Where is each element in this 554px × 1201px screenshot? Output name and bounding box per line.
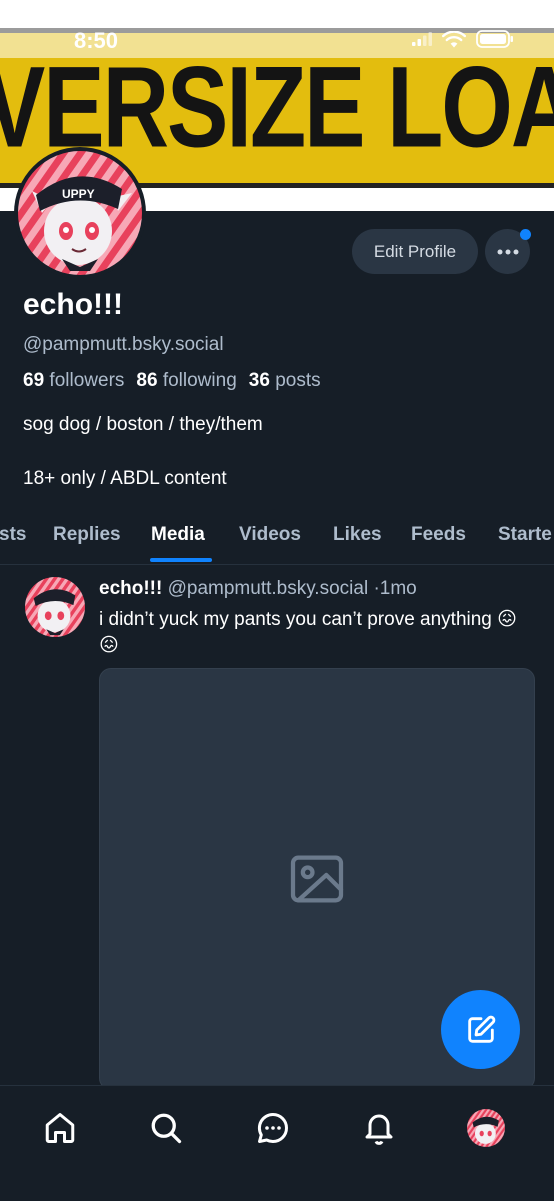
search-icon: [151, 1113, 182, 1144]
post-text: i didn’t yuck my pants you can’t prove a…: [99, 609, 517, 656]
battery-icon: [476, 30, 513, 48]
tab-media[interactable]: Media: [151, 524, 205, 546]
home-icon: [45, 1113, 75, 1143]
ellipsis-icon: [497, 249, 518, 254]
tab-feeds[interactable]: Feeds: [411, 524, 466, 546]
active-tab-indicator: [150, 558, 212, 562]
compose-post-button[interactable]: [441, 990, 520, 1069]
followers-label: followers: [49, 370, 125, 391]
status-time: 8:50: [74, 28, 119, 53]
tab-replies[interactable]: Replies: [53, 524, 121, 546]
bio-line: 18+ only / ABDL content: [23, 468, 227, 489]
notification-dot: [520, 229, 531, 240]
chat-icon: [257, 1112, 288, 1144]
wifi-icon: [442, 30, 466, 47]
tab-videos[interactable]: Videos: [239, 524, 301, 546]
tab-likes[interactable]: Likes: [333, 524, 382, 546]
post-author-handle[interactable]: @pampmutt.bsky.social: [168, 578, 369, 599]
bottom-navigation: [0, 1085, 554, 1201]
posts-stat: 36 posts: [249, 370, 321, 392]
post-timestamp[interactable]: 1mo: [380, 578, 417, 599]
posts-count: 36: [248, 370, 270, 391]
profile-handle: @pampmutt.bsky.social: [23, 334, 224, 355]
nav-profile[interactable]: [464, 1106, 508, 1150]
tab-starter-packs[interactable]: Starte: [498, 524, 552, 546]
followers-count: 69: [23, 370, 45, 391]
profile-stats: 69 followers 86 following 36 posts: [23, 370, 321, 392]
following-count: 86: [136, 370, 158, 391]
display-name: echo!!!: [23, 288, 123, 321]
compose-icon: [467, 1015, 495, 1043]
more-options-button[interactable]: [485, 229, 531, 274]
status-icons: [412, 30, 514, 48]
following-stat[interactable]: 86 following: [136, 370, 236, 392]
image-icon: [290, 855, 344, 903]
nav-search[interactable]: [144, 1106, 188, 1150]
post-author-name[interactable]: echo!!!: [99, 578, 162, 599]
post-author-avatar[interactable]: [25, 577, 85, 637]
bell-icon: [365, 1114, 393, 1145]
cellular-signal-icon: [412, 32, 432, 46]
nav-chat[interactable]: [251, 1106, 295, 1150]
following-label: following: [162, 370, 237, 391]
edit-profile-button[interactable]: Edit Profile: [352, 229, 478, 274]
avatar-cap-text: UPPY: [62, 187, 95, 201]
post-header: echo!!! @pampmutt.bsky.social ·1mo: [99, 578, 417, 600]
profile-tabs: sts Replies Media Videos Likes Feeds Sta…: [0, 506, 554, 565]
profile-avatar-small: [467, 1109, 505, 1147]
nav-home[interactable]: [38, 1106, 82, 1150]
profile-avatar-frame[interactable]: UPPY: [14, 147, 146, 279]
bio-line: sog dog / boston / they/them: [23, 414, 263, 435]
posts-label: posts: [275, 370, 321, 391]
tab-posts[interactable]: sts: [0, 524, 26, 546]
status-bar: 8:50: [0, 0, 554, 58]
profile-avatar: UPPY: [18, 151, 142, 275]
nav-notifications[interactable]: [357, 1106, 401, 1150]
followers-stat[interactable]: 69 followers: [23, 370, 124, 392]
